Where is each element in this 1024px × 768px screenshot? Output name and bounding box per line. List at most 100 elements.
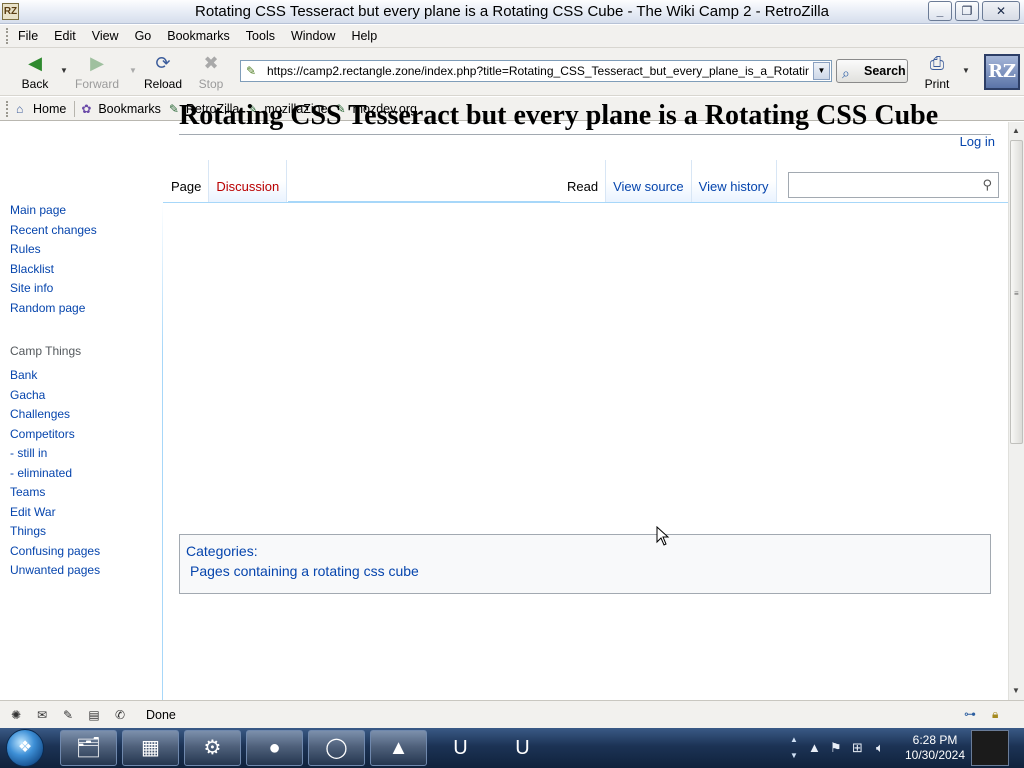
search-magnifier-icon[interactable]: ⚲ (982, 177, 992, 193)
taskbar-app-u1[interactable]: U (432, 730, 489, 766)
vertical-scrollbar[interactable]: ▲ ≡ ▼ (1008, 122, 1024, 700)
sidebar-item-things[interactable]: Things (10, 523, 160, 543)
category-link[interactable]: Pages containing a rotating css cube (190, 563, 984, 579)
sidebar-item-teams[interactable]: Teams (10, 484, 160, 504)
toolbar-grip[interactable] (6, 28, 10, 44)
menu-edit[interactable]: Edit (54, 29, 76, 43)
back-history-dropdown-icon[interactable]: ▼ (60, 66, 68, 75)
menu-tools[interactable]: Tools (246, 29, 275, 43)
sidebar: Main page Recent changes Rules Blacklist… (10, 202, 160, 582)
scroll-down-icon[interactable]: ▼ (1012, 686, 1020, 695)
sidebar-item-site-info[interactable]: Site info (10, 280, 160, 300)
print-dropdown-icon[interactable]: ▼ (962, 66, 970, 75)
reload-icon: ⟳ (155, 53, 171, 73)
show-hidden-icons-icon[interactable]: ▲ (808, 740, 821, 755)
search-button[interactable]: ⌕ Search (836, 59, 908, 83)
tab-view-source[interactable]: View source (606, 160, 692, 202)
print-button[interactable]: ⎙ Print (916, 50, 958, 94)
sidebar-item-gacha[interactable]: Gacha (10, 387, 160, 407)
security-lock-icon[interactable]: 🔒︎ (992, 707, 998, 722)
status-text: Done (146, 707, 176, 722)
composer-icon[interactable]: ✎ (58, 708, 78, 722)
menu-go[interactable]: Go (135, 29, 152, 43)
taskbar-app-retrozilla[interactable]: ▲ (370, 730, 427, 766)
sidebar-item-competitors[interactable]: Competitors (10, 426, 160, 446)
menu-help[interactable]: Help (351, 29, 377, 43)
window-title-bar: RZ Rotating CSS Tesseract but every plan… (0, 0, 1024, 24)
sidebar-item-edit-war[interactable]: Edit War (10, 504, 160, 524)
namespace-tabs: Page Discussion (164, 160, 288, 202)
tab-view-history[interactable]: View history (691, 160, 777, 202)
sidebar-item-confusing-pages[interactable]: Confusing pages (10, 543, 160, 563)
taskbar-scroll-icon[interactable]: ▲ ▼ (790, 732, 800, 764)
print-label: Print (924, 77, 950, 91)
taskbar-app-u2[interactable]: U (494, 730, 551, 766)
close-button[interactable]: ✕ (982, 1, 1020, 21)
reload-button[interactable]: ⟳ Reload (140, 50, 186, 94)
sidebar-item-random-page[interactable]: Random page (10, 300, 160, 320)
login-link[interactable]: Log in (960, 134, 995, 149)
sidebar-item-rules[interactable]: Rules (10, 241, 160, 261)
taskbar-app-white-orb[interactable]: ◯ (308, 730, 365, 766)
minimize-button[interactable]: _ (928, 1, 952, 21)
menu-window[interactable]: Window (291, 29, 335, 43)
menu-view[interactable]: View (92, 29, 119, 43)
irc-chat-icon[interactable]: ✆ (110, 708, 130, 722)
navigator-icon[interactable]: ✺ (6, 708, 26, 722)
sidebar-item-unwanted-pages[interactable]: Unwanted pages (10, 562, 160, 582)
scrollbar-thumb[interactable]: ≡ (1010, 140, 1023, 444)
clock-time: 6:28 PM (912, 733, 958, 747)
sidebar-item-challenges[interactable]: Challenges (10, 406, 160, 426)
forward-history-dropdown-icon[interactable]: ▼ (129, 66, 137, 75)
stop-button[interactable]: ✖ Stop (188, 50, 234, 94)
taskbar-app-explorer[interactable]: 🗂︎ (60, 730, 117, 766)
taskbar-app-paint[interactable]: ▦ (122, 730, 179, 766)
bookmark-home[interactable]: ⌂ Home (16, 102, 66, 116)
retrozilla-throbber-logo[interactable]: RZ (984, 54, 1020, 90)
forward-button[interactable]: ▶ Forward (74, 50, 120, 94)
sidebar-item-bank[interactable]: Bank (10, 367, 160, 387)
site-identity-icon[interactable]: ✎ (246, 64, 260, 78)
start-button[interactable]: ❖ (6, 729, 44, 767)
system-clock[interactable]: 6:28 PM 10/30/2024 (898, 733, 972, 763)
bookmarks-separator (74, 100, 76, 117)
sidebar-item-eliminated[interactable]: - eliminated (10, 465, 160, 485)
menu-file[interactable]: File (18, 29, 38, 43)
online-status-icon[interactable]: ⊶ (964, 707, 976, 721)
bookmark-bookmarks-label: Bookmarks (98, 101, 161, 116)
user-avatar-thumbnail[interactable] (971, 730, 1009, 766)
stop-label: Stop (198, 77, 224, 91)
scroll-up-icon[interactable]: ▲ (1012, 126, 1020, 135)
mail-icon[interactable]: ✉ (32, 708, 52, 722)
forward-label: Forward (74, 77, 119, 91)
maximize-button[interactable]: ❐ (955, 1, 979, 21)
tab-page[interactable]: Page (164, 160, 210, 202)
thumb-grip-icon: ≡ (1014, 289, 1019, 298)
network-icon[interactable]: ⊞ (852, 740, 863, 756)
sidebar-item-recent-changes[interactable]: Recent changes (10, 222, 160, 242)
menu-bookmarks[interactable]: Bookmarks (167, 29, 230, 43)
categories-label[interactable]: Categories: (186, 543, 984, 559)
address-bar[interactable]: ✎ https://camp2.rectangle.zone/index.php… (240, 60, 832, 82)
search-icon: ⌕ (842, 65, 850, 81)
url-history-dropdown-icon[interactable]: ▼ (813, 62, 830, 80)
tab-read[interactable]: Read (560, 160, 607, 202)
address-book-icon[interactable]: ▤ (84, 708, 104, 722)
action-center-flag-icon[interactable]: ⚑ (830, 740, 842, 756)
taskbar-app-control-panel[interactable]: ⚙ (184, 730, 241, 766)
bookmark-bookmarks[interactable]: ✿ Bookmarks (81, 102, 161, 116)
volume-muted-icon[interactable]: 🔈︎ (876, 740, 884, 756)
taskbar-app-purple-orb[interactable]: ● (246, 730, 303, 766)
tab-discussion[interactable]: Discussion (209, 160, 288, 202)
search-label: Search (864, 64, 906, 78)
back-button[interactable]: ◀ Back (12, 50, 58, 94)
clock-date: 10/30/2024 (904, 748, 966, 762)
url-text[interactable]: https://camp2.rectangle.zone/index.php?t… (267, 64, 809, 78)
wiki-search-input[interactable]: ⚲ (788, 172, 999, 198)
sidebar-item-blacklist[interactable]: Blacklist (10, 261, 160, 281)
view-tabs: Read View source View history (560, 160, 777, 202)
sidebar-item-still-in[interactable]: - still in (10, 445, 160, 465)
back-label: Back (21, 77, 49, 91)
bookmarks-toolbar-grip[interactable] (6, 100, 10, 117)
sidebar-item-main-page[interactable]: Main page (10, 202, 160, 222)
